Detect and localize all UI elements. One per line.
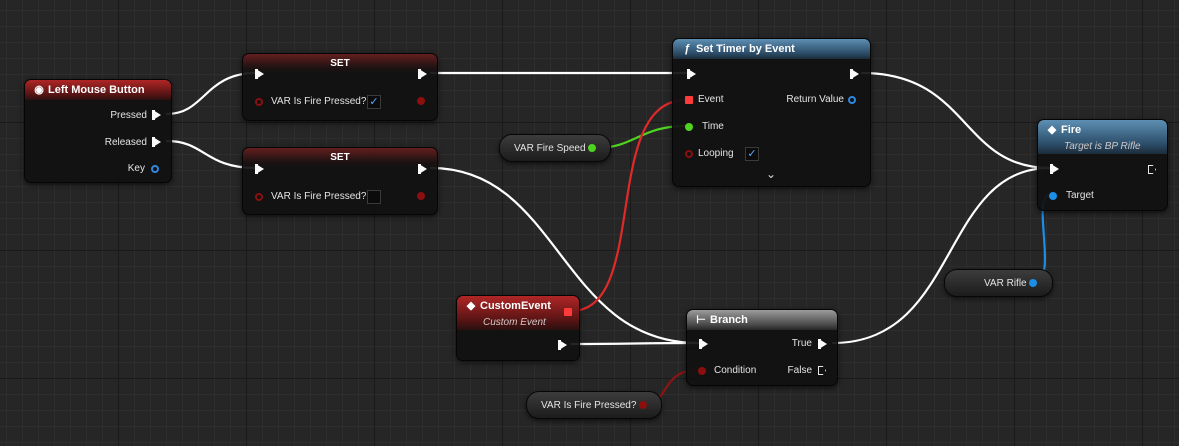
set1-bool-in-pin[interactable] [255,98,263,106]
fire-pressed-bool-pin[interactable] [639,401,647,409]
wire-timer-fire [860,71,1052,170]
rifle-object-pin[interactable] [1029,279,1037,287]
set2-bool-out-pin[interactable] [417,192,425,200]
timer-event-label: Event [698,94,724,105]
timer-exec-in-pin[interactable] [687,69,696,79]
var-rifle-label: VAR Rifle [984,278,1027,289]
set1-bool-out-pin[interactable] [417,97,425,105]
custom-event-title: CustomEvent [480,300,551,312]
branch-icon: ⊢ [696,314,706,326]
mouse-icon: ◉ [34,84,44,96]
branch-exec-in-pin[interactable] [699,339,708,349]
custom-event-delegate-pin[interactable] [564,308,572,316]
wire-layer [165,71,1052,407]
event-icon: ◆ [1047,124,1057,136]
branch-true-pin[interactable] [818,339,827,349]
function-icon: ƒ [683,43,691,55]
timer-looping-pin[interactable] [685,150,693,158]
custom-event-header[interactable]: ◆ CustomEvent Custom Event [457,296,579,330]
set1-exec-out-pin[interactable] [418,69,427,79]
fire-node[interactable]: ◆ Fire Target is BP Rifle Target [1037,119,1168,211]
set1-exec-in-pin[interactable] [255,69,264,79]
timer-event-delegate-pin[interactable] [685,96,693,104]
set-node-header[interactable]: SET [243,148,437,168]
fire-exec-out-pin[interactable] [1148,165,1156,174]
branch-true-label: True [791,338,812,349]
timer-return-value-label: Return Value [786,94,844,105]
set2-exec-in-pin[interactable] [255,164,264,174]
var-fire-speed-node[interactable]: VAR Fire Speed [499,134,611,162]
wire-custom-delegate [569,98,688,313]
timer-time-pin[interactable] [685,123,693,131]
released-exec-pin[interactable] [152,137,161,147]
set-timer-header[interactable]: ƒ Set Timer by Event [673,39,870,59]
branch-header[interactable]: ⊢ Branch [687,310,837,330]
set1-checkbox[interactable]: ✓ [367,95,381,109]
fire-target-label: Target [1066,190,1094,201]
timer-exec-out-pin[interactable] [850,69,859,79]
timer-looping-label: Looping [698,148,734,159]
set2-checkbox[interactable] [367,190,381,204]
chevron-down-icon[interactable]: ⌄ [766,167,776,181]
custom-event-exec-out-pin[interactable] [558,340,567,350]
set2-var-label: VAR Is Fire Pressed? [271,191,367,202]
set-node-released[interactable]: SET VAR Is Fire Pressed? [242,147,438,215]
set2-bool-in-pin[interactable] [255,193,263,201]
set-timer-by-event-node[interactable]: ƒ Set Timer by Event Event Return Value T… [672,38,871,187]
set2-exec-out-pin[interactable] [418,164,427,174]
timer-looping-checkbox[interactable]: ✓ [745,147,759,161]
custom-event-subtitle: Custom Event [483,317,546,328]
set-timer-title: Set Timer by Event [696,43,795,55]
branch-condition-pin[interactable] [698,367,706,375]
wire-custom-branch [569,341,700,346]
branch-false-pin[interactable] [818,366,826,375]
var-fire-speed-label: VAR Fire Speed [514,143,586,154]
left-mouse-button-title: Left Mouse Button [48,84,145,96]
set1-var-label: VAR Is Fire Pressed? [271,96,367,107]
left-mouse-button-node[interactable]: ◉ Left Mouse Button Pressed Released Key [24,79,172,183]
fire-speed-float-pin[interactable] [588,144,596,152]
event-icon: ◆ [466,300,476,312]
var-is-fire-pressed-node[interactable]: VAR Is Fire Pressed? [526,391,662,419]
fire-header[interactable]: ◆ Fire Target is BP Rifle [1038,120,1167,154]
branch-condition-label: Condition [714,365,757,376]
key-label: Key [127,163,145,174]
var-is-fire-pressed-label: VAR Is Fire Pressed? [541,400,637,411]
wire-branch-true-fire [831,166,1052,345]
fire-subtitle: Target is BP Rifle [1064,141,1141,152]
fire-title: Fire [1061,124,1082,136]
branch-false-label: False [787,365,812,376]
var-rifle-node[interactable]: VAR Rifle [944,269,1053,297]
timer-time-label: Time [702,121,724,132]
left-mouse-button-header[interactable]: ◉ Left Mouse Button [25,80,171,100]
pressed-exec-pin[interactable] [152,110,161,120]
timer-return-value-pin[interactable] [848,96,856,104]
released-label: Released [104,137,147,148]
branch-title: Branch [710,314,748,326]
set-node-header[interactable]: SET [243,54,437,74]
branch-node[interactable]: ⊢ Branch True Condition False [686,309,838,386]
pressed-label: Pressed [110,110,147,121]
key-struct-pin[interactable] [151,165,159,173]
custom-event-node[interactable]: ◆ CustomEvent Custom Event [456,295,580,361]
fire-exec-in-pin[interactable] [1050,164,1059,174]
set-node-pressed[interactable]: SET VAR Is Fire Pressed? ✓ [242,53,438,121]
fire-target-pin[interactable] [1049,192,1057,200]
